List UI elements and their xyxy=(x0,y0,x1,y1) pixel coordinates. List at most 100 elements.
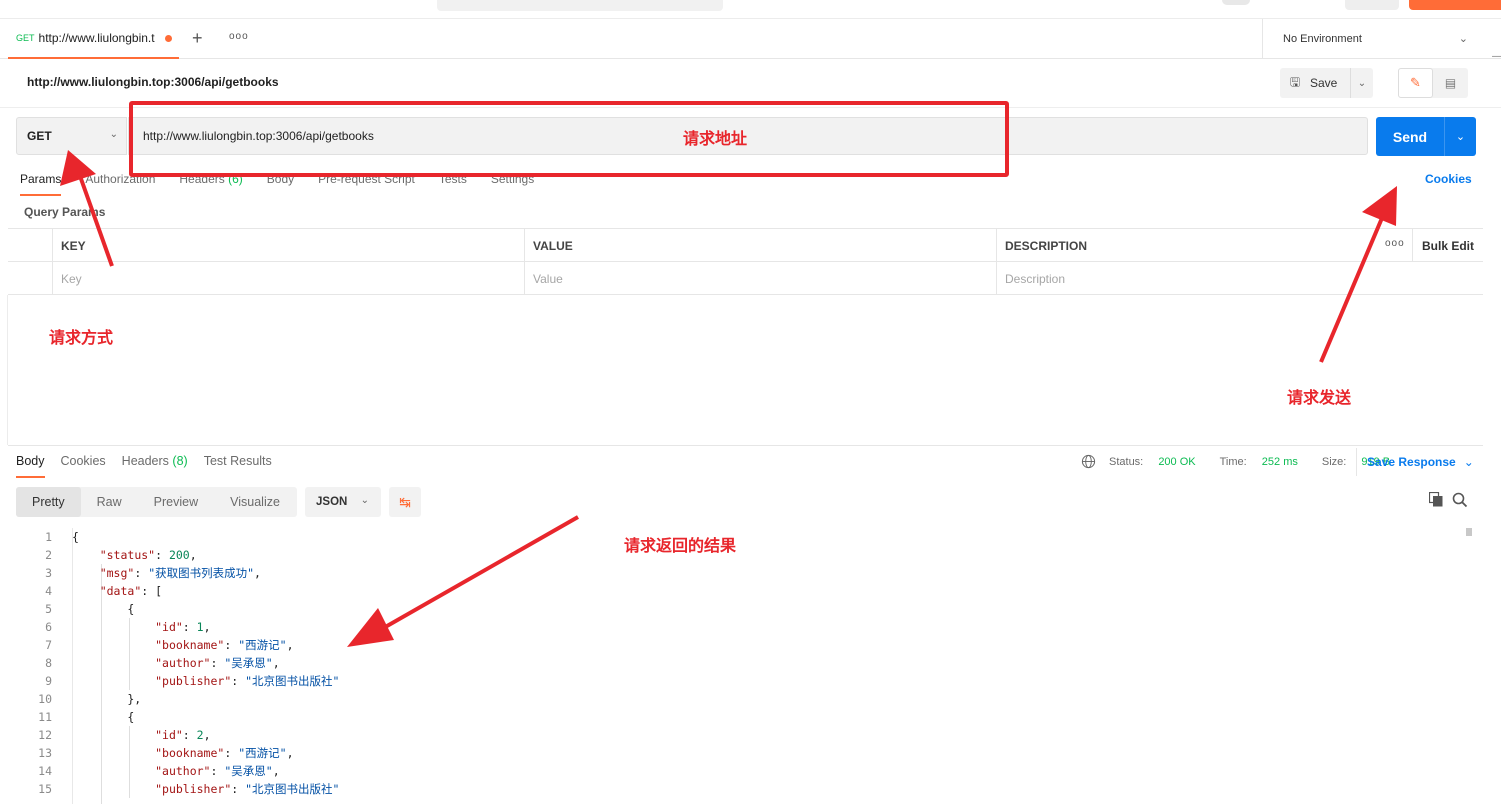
query-params-title: Query Params xyxy=(24,205,106,219)
pane-splitter[interactable] xyxy=(8,445,1483,446)
chevron-down-icon[interactable]: ⌄ xyxy=(1444,117,1476,156)
code-text: "id": 1, xyxy=(155,620,211,634)
line-number: 4 xyxy=(45,584,52,598)
code-text: { xyxy=(72,602,135,616)
chevron-down-icon: ⌄ xyxy=(360,495,369,506)
code-text: "author": "吴承恩", xyxy=(155,656,280,670)
time-label: Time: xyxy=(1219,456,1247,468)
format-value: JSON xyxy=(316,496,348,508)
save-button[interactable]: 🖫 Save ⌄ xyxy=(1280,68,1373,98)
environment-select[interactable]: No Environment ⌄ xyxy=(1262,19,1484,59)
value-column-header: VALUE xyxy=(524,229,996,262)
top-button[interactable] xyxy=(1345,0,1399,10)
time-item[interactable]: Time: 252 ms xyxy=(1220,456,1310,468)
search-icon[interactable] xyxy=(1452,492,1468,508)
request-name[interactable]: http://www.liulongbin.top:3006/api/getbo… xyxy=(27,75,279,89)
chevron-down-icon: ⌄ xyxy=(1463,455,1474,469)
save-label: Save xyxy=(1310,76,1338,90)
params-table: KEY VALUE DESCRIPTION ooo Bulk Edit Key … xyxy=(8,228,1483,295)
line-number: 7 xyxy=(45,638,52,652)
tab-params[interactable]: Params xyxy=(20,172,62,196)
copy-icon[interactable] xyxy=(1429,492,1443,507)
response-headers-count: (8) xyxy=(172,454,188,468)
view-raw[interactable]: Raw xyxy=(81,487,138,517)
save-response-label: Save Response xyxy=(1367,455,1456,469)
tab-title: http://www.liulongbin.t xyxy=(38,31,155,45)
method-value: GET xyxy=(27,129,52,143)
edit-comment-group: ✎ ▤ xyxy=(1398,68,1468,98)
more-tabs-icon[interactable]: ooo xyxy=(229,31,249,42)
new-tab-button[interactable]: + xyxy=(192,28,203,49)
top-app-bar xyxy=(0,0,1501,19)
code-text: "data": [ xyxy=(99,584,163,598)
cookies-link[interactable]: Cookies xyxy=(1425,172,1472,186)
send-button[interactable]: Send ⌄ xyxy=(1376,117,1476,156)
chevron-down-icon[interactable]: ⌄ xyxy=(1350,68,1373,98)
params-header-row: KEY VALUE DESCRIPTION ooo Bulk Edit xyxy=(8,229,1483,262)
view-visualize[interactable]: Visualize xyxy=(214,487,296,517)
tab-response-body[interactable]: Body xyxy=(16,454,45,478)
code-text: "bookname": "西游记", xyxy=(155,746,294,760)
line-number: 2 xyxy=(45,548,52,562)
environment-value: No Environment xyxy=(1283,33,1362,45)
save-response-button[interactable]: Save Response ⌄ xyxy=(1356,448,1474,476)
response-code-viewer[interactable]: 1{2 "status": 200, 3 "msg": "获取图书列表成功", 4 … xyxy=(16,528,1466,804)
annotation-url: 请求地址 xyxy=(683,129,748,148)
code-text: "id": 2, xyxy=(155,728,211,742)
line-number: 1 xyxy=(45,530,52,544)
save-icon: 🖫 xyxy=(1289,74,1301,89)
tab-response-cookies[interactable]: Cookies xyxy=(61,454,106,478)
line-number: 8 xyxy=(45,656,52,670)
code-text: "author": "吴承恩", xyxy=(155,764,280,778)
key-field[interactable]: Key xyxy=(52,262,524,295)
pencil-icon[interactable]: ✎ xyxy=(1398,68,1433,98)
globe-icon[interactable] xyxy=(1081,454,1096,469)
method-select[interactable]: GET ⌄ xyxy=(16,117,127,155)
annotation-send: 请求发送 xyxy=(1287,388,1352,407)
global-search-bar[interactable] xyxy=(437,0,723,11)
code-text: "status": 200, xyxy=(99,548,197,562)
size-label: Size: xyxy=(1321,456,1347,468)
top-icon[interactable] xyxy=(1222,0,1250,5)
line-number: 14 xyxy=(38,764,52,778)
line-number: 10 xyxy=(38,692,52,706)
key-column-header: KEY xyxy=(52,229,524,262)
code-text: { xyxy=(72,530,79,544)
chevron-down-icon: ⌄ xyxy=(1458,33,1468,45)
description-field[interactable]: Description xyxy=(996,262,1483,295)
line-number: 13 xyxy=(38,746,52,760)
tab-response-headers[interactable]: Headers (8) xyxy=(122,454,188,478)
value-field[interactable]: Value xyxy=(524,262,996,295)
status-label: Status: xyxy=(1109,456,1144,468)
view-pretty[interactable]: Pretty xyxy=(16,487,81,517)
divider xyxy=(7,295,8,445)
annotation-result: 请求返回的结果 xyxy=(624,536,737,555)
line-number: 5 xyxy=(45,602,52,616)
comment-icon[interactable]: ▤ xyxy=(1433,68,1468,98)
code-text: }, xyxy=(72,692,142,706)
bulk-edit-button[interactable]: Bulk Edit xyxy=(1412,229,1483,262)
environment-quicklook-icon[interactable]: — xyxy=(1492,51,1501,62)
wrap-lines-icon[interactable]: ↹ xyxy=(389,487,421,517)
format-select[interactable]: JSON ⌄ xyxy=(305,487,381,517)
time-value: 252 ms xyxy=(1261,456,1298,468)
more-options-icon[interactable]: ooo xyxy=(1385,238,1405,249)
code-scrollbar[interactable] xyxy=(1466,528,1472,536)
code-text: "publisher": "北京图书出版社" xyxy=(155,782,340,796)
status-item[interactable]: Status: 200 OK xyxy=(1109,456,1208,468)
params-empty-row: Key Value Description xyxy=(8,262,1483,295)
request-tab[interactable]: GET http://www.liulongbin.t xyxy=(8,19,179,59)
upgrade-button[interactable] xyxy=(1409,0,1501,10)
url-highlight-box xyxy=(129,101,1009,177)
line-number: 11 xyxy=(38,710,52,724)
code-text: "publisher": "北京图书出版社" xyxy=(155,674,340,688)
view-preview[interactable]: Preview xyxy=(138,487,214,517)
tab-response-headers-label: Headers xyxy=(121,454,169,468)
line-number: 9 xyxy=(45,674,52,688)
response-tabs: Body Cookies Headers (8) Test Results xyxy=(16,454,288,478)
tab-test-results[interactable]: Test Results xyxy=(204,454,272,478)
code-text: "msg": "获取图书列表成功", xyxy=(99,566,261,580)
send-label: Send xyxy=(1392,128,1428,145)
unsaved-dot-icon xyxy=(164,34,172,42)
status-value: 200 OK xyxy=(1158,456,1196,468)
